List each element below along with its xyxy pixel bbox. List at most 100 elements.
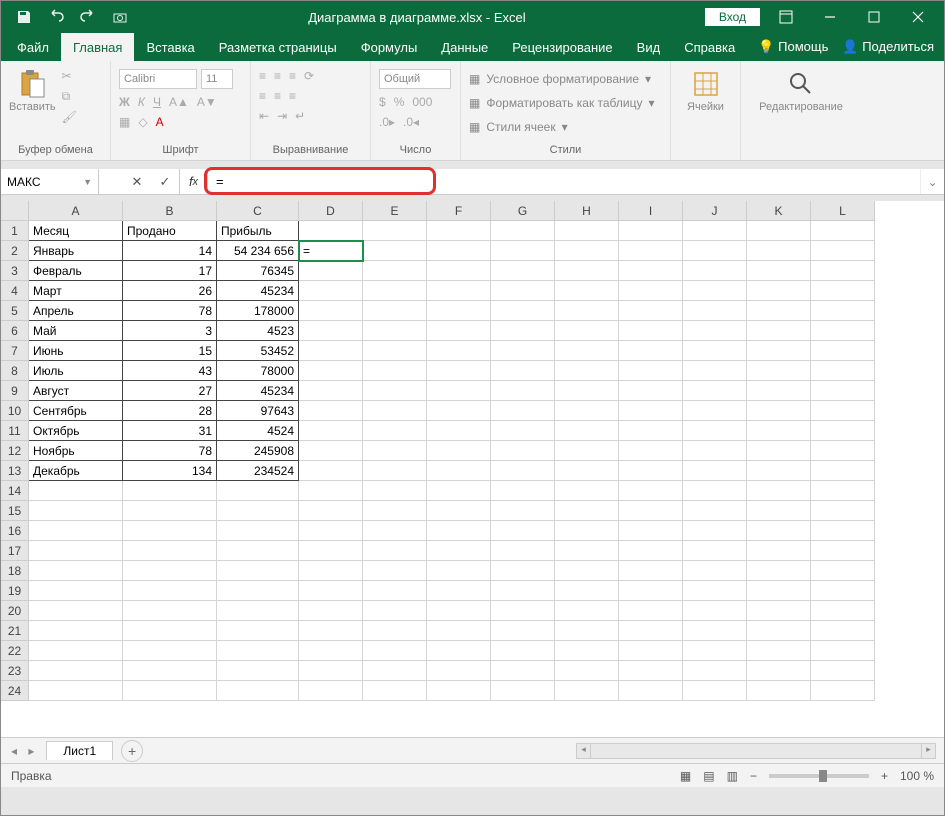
- cell[interactable]: [427, 561, 491, 581]
- cell[interactable]: [363, 341, 427, 361]
- cell[interactable]: 3: [123, 321, 217, 341]
- cell[interactable]: [427, 261, 491, 281]
- cell[interactable]: [363, 521, 427, 541]
- cell[interactable]: [123, 621, 217, 641]
- cell[interactable]: [683, 521, 747, 541]
- cell[interactable]: 234524: [217, 461, 299, 481]
- zoom-slider[interactable]: [769, 774, 869, 778]
- decimal-decrease-icon[interactable]: .0◂: [403, 115, 419, 129]
- cell[interactable]: [363, 541, 427, 561]
- cell[interactable]: [427, 661, 491, 681]
- tab-help[interactable]: Справка: [672, 33, 747, 61]
- cell[interactable]: [29, 601, 123, 621]
- cell[interactable]: [619, 481, 683, 501]
- cell[interactable]: [555, 261, 619, 281]
- cell[interactable]: [491, 301, 555, 321]
- cell[interactable]: [555, 541, 619, 561]
- horizontal-scrollbar[interactable]: ◂ ▸: [576, 743, 936, 759]
- underline-button[interactable]: Ч: [153, 95, 161, 109]
- cell[interactable]: [747, 581, 811, 601]
- font-name-select[interactable]: Calibri: [119, 69, 197, 89]
- cell[interactable]: [491, 341, 555, 361]
- cell[interactable]: [29, 681, 123, 701]
- cell[interactable]: [29, 621, 123, 641]
- cell[interactable]: Прибыль: [217, 221, 299, 241]
- camera-icon[interactable]: [111, 8, 129, 26]
- cell[interactable]: [555, 461, 619, 481]
- cell[interactable]: [619, 681, 683, 701]
- align-left-icon[interactable]: ≡: [259, 89, 266, 103]
- cell[interactable]: Октябрь: [29, 421, 123, 441]
- cell[interactable]: [747, 241, 811, 261]
- cell[interactable]: [747, 561, 811, 581]
- cell[interactable]: [747, 341, 811, 361]
- cell[interactable]: [363, 421, 427, 441]
- row-header[interactable]: 18: [1, 561, 29, 581]
- cell[interactable]: [683, 281, 747, 301]
- cell[interactable]: [747, 221, 811, 241]
- cell[interactable]: [747, 301, 811, 321]
- cell[interactable]: [683, 441, 747, 461]
- cond-format-button[interactable]: ▦Условное форматирование▾: [469, 69, 655, 89]
- cell[interactable]: [299, 341, 363, 361]
- undo-icon[interactable]: [47, 8, 65, 26]
- view-page-break-icon[interactable]: ▥: [727, 769, 738, 783]
- cell[interactable]: [811, 281, 875, 301]
- cell[interactable]: [811, 561, 875, 581]
- cell[interactable]: [683, 661, 747, 681]
- cell[interactable]: [299, 581, 363, 601]
- cell[interactable]: [491, 381, 555, 401]
- row-header[interactable]: 24: [1, 681, 29, 701]
- cell[interactable]: Продано: [123, 221, 217, 241]
- cell[interactable]: 78: [123, 441, 217, 461]
- cell[interactable]: [299, 221, 363, 241]
- cell[interactable]: [123, 681, 217, 701]
- cell[interactable]: [123, 541, 217, 561]
- cell[interactable]: [619, 601, 683, 621]
- row-header[interactable]: 15: [1, 501, 29, 521]
- cell[interactable]: [683, 221, 747, 241]
- cell[interactable]: [555, 281, 619, 301]
- cell[interactable]: [29, 581, 123, 601]
- cell[interactable]: [555, 381, 619, 401]
- name-box[interactable]: МАКС▼: [1, 169, 99, 194]
- cell[interactable]: [491, 541, 555, 561]
- cell[interactable]: 15: [123, 341, 217, 361]
- cell[interactable]: [491, 421, 555, 441]
- cell[interactable]: [619, 381, 683, 401]
- editing-button[interactable]: Редактирование: [759, 69, 843, 113]
- cell[interactable]: [427, 641, 491, 661]
- tab-data[interactable]: Данные: [429, 33, 500, 61]
- cell[interactable]: [299, 661, 363, 681]
- cell[interactable]: [299, 301, 363, 321]
- cell[interactable]: [491, 281, 555, 301]
- row-header[interactable]: 20: [1, 601, 29, 621]
- cell[interactable]: [363, 641, 427, 661]
- cell[interactable]: [747, 401, 811, 421]
- cell[interactable]: [811, 321, 875, 341]
- format-painter-icon[interactable]: 🖌: [62, 110, 77, 124]
- cell[interactable]: [363, 281, 427, 301]
- cell[interactable]: [619, 361, 683, 381]
- cell[interactable]: [123, 601, 217, 621]
- cell[interactable]: [29, 521, 123, 541]
- cell[interactable]: [363, 321, 427, 341]
- row-header[interactable]: 6: [1, 321, 29, 341]
- cell[interactable]: [491, 361, 555, 381]
- cell[interactable]: [811, 341, 875, 361]
- cell[interactable]: Апрель: [29, 301, 123, 321]
- column-header[interactable]: J: [683, 201, 747, 221]
- cell[interactable]: [683, 581, 747, 601]
- row-header[interactable]: 1: [1, 221, 29, 241]
- cell[interactable]: [683, 601, 747, 621]
- column-header[interactable]: K: [747, 201, 811, 221]
- cell[interactable]: [683, 501, 747, 521]
- cell[interactable]: [363, 561, 427, 581]
- row-header[interactable]: 8: [1, 361, 29, 381]
- cell[interactable]: [427, 501, 491, 521]
- expand-formula-bar[interactable]: ⌄: [920, 169, 944, 194]
- column-header[interactable]: D: [299, 201, 363, 221]
- cell[interactable]: Сентябрь: [29, 401, 123, 421]
- cell[interactable]: [427, 441, 491, 461]
- cell[interactable]: [427, 341, 491, 361]
